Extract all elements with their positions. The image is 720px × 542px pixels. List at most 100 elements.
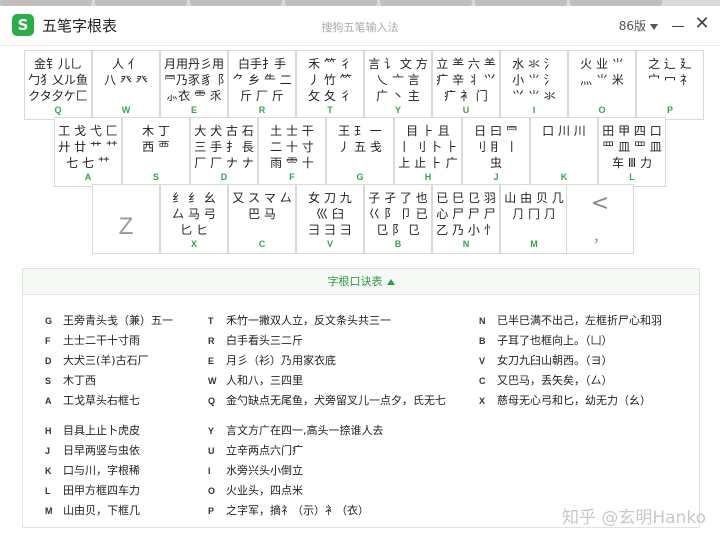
key-root-row: ⺜乃豕豸⻏ [163, 73, 224, 87]
key-root-row: 刂 ⺝ 丨 [474, 140, 518, 154]
mnemonic-text: 工戈草头右框七 [63, 394, 140, 407]
mnemonic-letter: A [45, 396, 52, 406]
key-root-row: 土 士 干 [270, 124, 314, 138]
key-root-row: 丿 竹 ⺮ [308, 73, 352, 87]
key-k[interactable]: 口 川 川 K [530, 117, 598, 187]
mnemonic-letter: Y [208, 426, 215, 436]
key-z-label: Z [118, 213, 134, 240]
key-letter: E [190, 105, 197, 115]
mnemonic-letter: Q [208, 396, 216, 406]
key-root-row: 厶 马 弓 [172, 207, 216, 221]
mnemonic-text: 金勺缺点无尾鱼，犬旁留叉儿一点夕，氏无七 [226, 394, 446, 407]
mnemonic-text: 言文方广在四一,高头一捺谁人去 [226, 424, 384, 437]
key-n[interactable]: 已 巳 ⺋ 羽心 尸 尸 尸乙 乃 小 忄 N [432, 184, 500, 254]
mnemonic-letter: P [208, 506, 215, 516]
mnemonic-header-label: 字根口诀表 [327, 275, 383, 288]
key-a[interactable]: 工 戈 弋 匚廾 廿 艹 ⺿七 七 ⺿ A [54, 117, 122, 187]
key-r[interactable]: 白手扌手⺈ 乡 ⺧ 二斤 厂 斤 R [228, 50, 296, 120]
mnemonic-row: I 水旁兴头小倒立 [208, 463, 303, 479]
key-root-row: 工 戈 弋 匚 [58, 124, 118, 138]
key-root-row: クタ夕ケ匚 [28, 89, 88, 103]
mnemonic-text: 火业头，四点米 [226, 484, 303, 497]
key-u[interactable]: 立 ⺷ 六 ⺷疒 辛 丬 ⺍疒 衤 门 U [432, 50, 500, 120]
key-i[interactable]: 水 氺 氵小 ⺌ 氵⺍ ⺌ 氺 I [500, 50, 568, 120]
key-v[interactable]: 女 刀 九巛 臼彐 ⺕ ⺕ V [296, 184, 364, 254]
mnemonic-text: 慈母无心弓和匕，幼无力（幺） [497, 394, 651, 407]
mnemonic-row: A 工戈草头右框七 [45, 393, 140, 409]
close-button[interactable]: ✕ [692, 14, 712, 34]
key-b[interactable]: 子 孑 了 也巜 阝 卩 已⺋ 阝 ⺋ B [364, 184, 432, 254]
input-method-title: 搜狗五笔输入法 [321, 21, 399, 34]
key-root-row: 目 ⺊ 且 [406, 124, 450, 138]
version-dropdown[interactable]: 86版 [619, 17, 658, 34]
mnemonic-letter: B [479, 336, 486, 346]
key-s[interactable]: 木 丁西 覀 S [122, 117, 190, 187]
key-o[interactable]: 火 业 ⺌灬 ⺌ 米 O [568, 50, 636, 120]
mnemonic-text: 山由贝，下框几 [63, 504, 140, 517]
key-x[interactable]: 纟 纟 幺厶 马 弓匕 ヒ X [160, 184, 228, 254]
key-w[interactable]: 人 亻八 癶 癶 W [92, 50, 160, 120]
key-root-row: 广 丶 主 [376, 89, 420, 103]
key-letter: F [289, 172, 295, 182]
key-letter: X [190, 239, 197, 249]
key-m[interactable]: 山 由 贝 几⺆ 冂 ⺆ M [500, 184, 568, 254]
mnemonic-letter: U [208, 446, 215, 456]
key-letter: A [84, 172, 92, 182]
key-root-row: 匕 ヒ [180, 223, 208, 237]
key-e[interactable]: 月用丹彡用 ⺜乃豕豸⻏ ⺗衣 ⻗ 乑 E [160, 50, 228, 120]
mnemonic-row: W 人和八，三四里 [208, 373, 303, 389]
key-q[interactable]: 金钅儿乚 勹犭乂ル鱼 クタ夕ケ匚 Q [24, 50, 92, 120]
mnemonic-letter: V [479, 356, 486, 366]
mnemonic-header[interactable]: 字根口诀表 [23, 269, 699, 295]
mnemonic-text: 水旁兴头小倒立 [226, 464, 303, 477]
key-c[interactable]: 又 ス マ 厶巴 马 C [228, 184, 296, 254]
mnemonic-text: 女刀九臼山朝西。（ヨ） [497, 354, 613, 367]
key-root-row: 疒 辛 丬 ⺍ [436, 73, 496, 87]
key-root-row: 田 甲 四 口 [602, 124, 662, 138]
key-letter: L [629, 172, 635, 182]
key-f[interactable]: 土 士 干二 十 寸雨 ⻗ 十 F [258, 117, 326, 187]
key-root-row: 虫 [489, 156, 502, 170]
key-root-row: 女 刀 九 [308, 191, 352, 205]
key-root-row: 丨 刂 卜 ⺊ [398, 140, 458, 154]
key-letter: V [326, 239, 333, 249]
key-t[interactable]: 禾 ⺮ 彳丿 竹 ⺮攵 夂 彳 T [296, 50, 364, 120]
key-y[interactable]: 言 讠 文 方乀 亠 言广 丶 主 Y [364, 50, 432, 120]
key-l[interactable]: 田 甲 四 口罒 皿 罒 皿车 Ⅲ 力 L [598, 117, 666, 187]
mnemonic-letter: L [45, 486, 51, 496]
mnemonic-text: 目具上止卜虎皮 [63, 424, 140, 437]
punct-bottom-label: ， [593, 230, 607, 246]
mnemonic-text: 土士二干十寸雨 [63, 334, 140, 347]
key-root-row: 彐 ⺕ ⺕ [308, 223, 352, 237]
key-root-row: 木 丁 [142, 124, 170, 138]
key-j[interactable]: 日 曰 ⺜刂 ⺝ 丨虫J [462, 117, 530, 187]
key-root-row: 王 ⺩ 一 [338, 124, 382, 138]
watermark: 知乎 @玄明Hanko [561, 508, 706, 528]
mnemonic-text: 子耳了也框向上。（凵） [497, 334, 613, 347]
key-root-row: 口 川 川 [542, 124, 586, 138]
mnemonic-letter: S [45, 376, 52, 386]
mnemonic-row: N 已半巳满不出己，左框折尸心和羽 [479, 313, 662, 329]
chevron-down-icon [650, 23, 658, 30]
key-letter: I [532, 105, 536, 115]
mnemonic-row: D 大犬三(羊)古石厂 [45, 353, 149, 369]
key-root-row: ⺍ ⺌ 氺 [512, 89, 556, 103]
minimize-button[interactable] [672, 26, 684, 27]
key-d[interactable]: 大 犬 古 石三 手 ⺘ 長厂 厂 ナ ナ D [190, 117, 258, 187]
mnemonic-text: 日早两竖与虫依 [63, 444, 140, 457]
version-label: 86版 [618, 19, 646, 33]
key-root-row: 人 亻 [112, 57, 140, 71]
key-punct[interactable]: < ， [566, 184, 634, 254]
key-g[interactable]: 王 ⺩ 一丿 五 戋 G [326, 117, 394, 187]
mnemonic-text: 立辛两点六门疒 [226, 444, 303, 457]
key-root-row: 大 犬 古 石 [194, 124, 254, 138]
mnemonic-panel: 字根口诀表 G 王旁青头戋（兼）五一 F 土士二干十寸雨 D 大犬三(羊)古石厂 S 木丁西 A… [22, 268, 700, 528]
mnemonic-row: P 之字军，摘礻（示）衤（衣） [208, 503, 369, 519]
key-root-row: 乙 乃 小 忄 [436, 223, 496, 237]
key-p[interactable]: 之 辶 廴宀 冖 礻 P [636, 50, 704, 120]
key-z[interactable]: Z [92, 184, 160, 254]
key-root-row: 又 ス マ 厶 [232, 191, 292, 205]
key-h[interactable]: 目 ⺊ 且丨 刂 卜 ⺊上 止 ⺊ 广 H [394, 117, 462, 187]
key-root-row: 小 ⺌ 氵 [512, 73, 556, 87]
mnemonic-text: 人和八，三四里 [226, 374, 303, 387]
